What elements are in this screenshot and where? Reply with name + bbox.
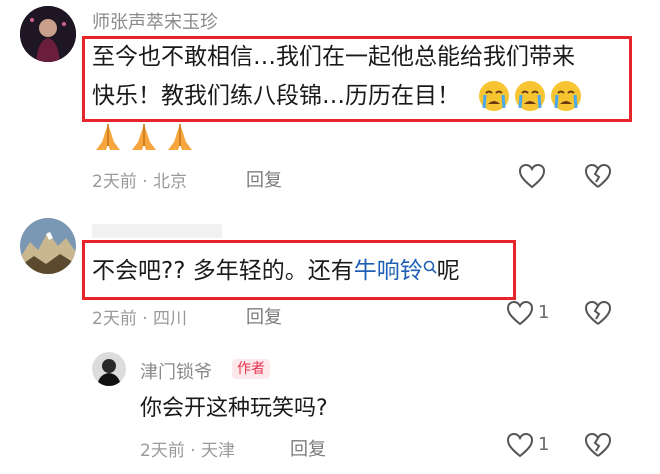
comment-text: 不会吧?? 多年轻的。还有牛响铃呢 [92, 254, 460, 288]
praying-hands-icon [128, 122, 160, 152]
comment-meta: 2天前 · 四川 [92, 309, 188, 329]
comment-text-suffix: 呢 [436, 258, 460, 284]
commenter-avatar[interactable] [20, 6, 76, 62]
commenter-username-placeholder [92, 224, 222, 238]
crying-emoji-icon [550, 80, 582, 112]
reply-button[interactable]: 回复 [246, 166, 282, 192]
heart-outline-icon[interactable] [506, 432, 534, 458]
reply-button[interactable]: 回复 [290, 435, 326, 461]
commenter-avatar[interactable] [20, 218, 76, 274]
broken-heart-icon[interactable] [584, 300, 612, 326]
comment-meta: 2天前 · 天津 [140, 441, 236, 461]
heart-outline-icon[interactable] [506, 300, 534, 326]
like-count: 1 [538, 302, 550, 323]
heart-outline-icon[interactable] [518, 163, 546, 189]
comment-text-line-2: 快乐！教我们练八段锦…历历在目！ [92, 83, 460, 109]
commenter-username[interactable]: 师张声萃宋玉珍 [92, 8, 218, 34]
search-icon[interactable] [423, 260, 437, 274]
author-avatar[interactable] [92, 352, 126, 386]
search-keyword-link[interactable]: 牛响铃 [354, 258, 423, 284]
author-badge: 作者 [232, 359, 270, 379]
broken-heart-icon[interactable] [584, 163, 612, 189]
praying-hands-icon [164, 122, 196, 152]
author-username[interactable]: 津门锁爷 [140, 358, 212, 384]
comment-meta: 2天前 · 北京 [92, 172, 188, 192]
comment-text-prefix: 不会吧?? 多年轻的。还有 [92, 258, 354, 284]
like-count: 1 [538, 434, 550, 455]
reply-text: 你会开这种玩笑吗? [140, 396, 328, 421]
reply-button[interactable]: 回复 [246, 303, 282, 329]
crying-emoji-icon [514, 80, 546, 112]
broken-heart-icon[interactable] [584, 432, 612, 458]
comment-text-line-1: 至今也不敢相信…我们在一起他总能给我们带来 [92, 44, 575, 70]
crying-emoji-icon [478, 80, 510, 112]
praying-hands-icon [92, 122, 124, 152]
